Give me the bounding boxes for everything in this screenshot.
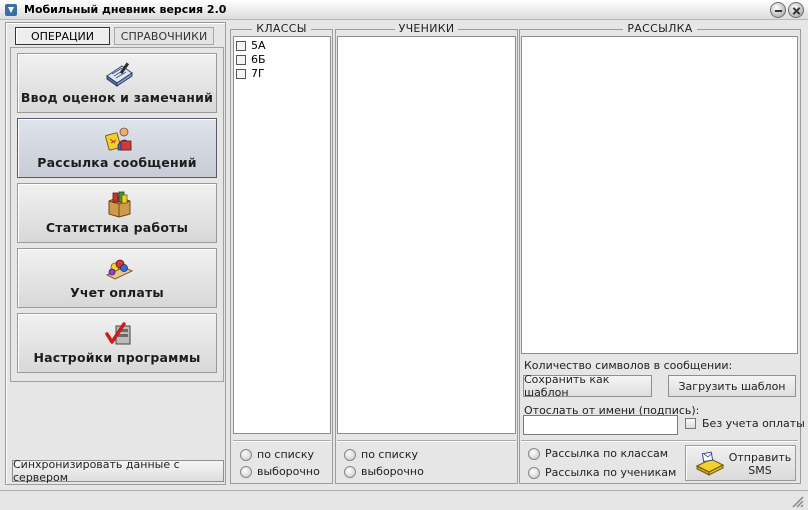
sender-input[interactable] — [523, 415, 678, 435]
char-count-label: Количество символов в сообщении: — [524, 359, 733, 372]
menu-button-settings[interactable]: Настройки программы — [17, 313, 217, 373]
class-item-7g[interactable]: 7Г — [236, 67, 265, 80]
tab-operations[interactable]: ОПЕРАЦИИ — [15, 27, 110, 45]
class-checkbox[interactable] — [236, 54, 246, 65]
app-logo-icon — [5, 4, 17, 16]
menu-label-payment: Учет оплаты — [70, 285, 164, 300]
send-sms-button[interactable]: Отправить SMS — [685, 445, 796, 481]
menu-button-grades[interactable]: Ввод оценок и замечаний — [17, 53, 217, 113]
radio-button[interactable] — [240, 448, 252, 461]
message-textarea[interactable] — [521, 36, 798, 354]
mailing-divider — [521, 440, 798, 441]
payment-icon — [105, 259, 134, 280]
radio-button[interactable] — [344, 448, 356, 461]
classes-list[interactable]: 5А 6Б 7Г — [233, 36, 331, 434]
class-checkbox[interactable] — [236, 68, 246, 79]
menu-button-statistics[interactable]: Статистика работы — [17, 183, 217, 243]
save-template-button[interactable]: Сохранить как шаблон — [523, 373, 652, 399]
students-radio-selective[interactable]: выборочно — [344, 465, 424, 478]
class-item-6b[interactable]: 6Б — [236, 53, 266, 66]
send-sms-label: Отправить SMS — [728, 451, 792, 477]
class-item-5a[interactable]: 5А — [236, 39, 266, 52]
load-template-button[interactable]: Загрузить шаблон — [668, 375, 796, 397]
students-radio-list[interactable]: по списку — [344, 448, 418, 461]
classes-radio-selective[interactable]: выборочно — [240, 465, 320, 478]
tab-references[interactable]: СПРАВОЧНИКИ — [114, 27, 214, 45]
send-sms-icon — [695, 451, 725, 476]
menu-button-payment[interactable]: Учет оплаты — [17, 248, 217, 308]
messaging-icon — [105, 127, 132, 151]
students-divider — [337, 440, 516, 441]
grades-book-icon — [106, 62, 133, 87]
minimize-icon[interactable] — [770, 2, 786, 18]
menu-label-settings: Настройки программы — [33, 350, 201, 365]
students-list[interactable] — [337, 36, 516, 434]
radio-button[interactable] — [240, 465, 252, 478]
classes-radio-list[interactable]: по списку — [240, 448, 314, 461]
classes-divider — [233, 440, 331, 441]
close-icon[interactable] — [788, 2, 804, 18]
resize-grip-icon[interactable] — [788, 492, 804, 508]
mailing-title: РАССЫЛКА — [623, 22, 697, 35]
no-payment-checkbox[interactable]: Без учета оплаты — [685, 417, 805, 430]
radio-button[interactable] — [528, 447, 540, 460]
settings-icon — [105, 322, 131, 345]
checkbox[interactable] — [685, 418, 696, 429]
status-bar — [0, 490, 808, 510]
radio-by-classes[interactable]: Рассылка по классам — [528, 447, 668, 460]
radio-button[interactable] — [344, 465, 356, 478]
students-title: УЧЕНИКИ — [394, 22, 459, 35]
menu-label-grades: Ввод оценок и замечаний — [20, 90, 214, 105]
classes-title: КЛАССЫ — [252, 22, 311, 35]
menu-label-messaging: Рассылка сообщений — [37, 155, 197, 170]
window-title: Мобильный дневник версия 2.0 — [24, 3, 227, 16]
menu-label-statistics: Статистика работы — [45, 220, 189, 235]
sync-server-button[interactable]: Синхронизировать данные с сервером — [12, 458, 224, 484]
statistics-box-icon — [108, 191, 131, 218]
menu-button-messaging[interactable]: Рассылка сообщений — [17, 118, 217, 178]
radio-button[interactable] — [528, 466, 540, 479]
radio-by-students[interactable]: Рассылка по ученикам — [528, 466, 676, 479]
class-checkbox[interactable] — [236, 40, 246, 51]
